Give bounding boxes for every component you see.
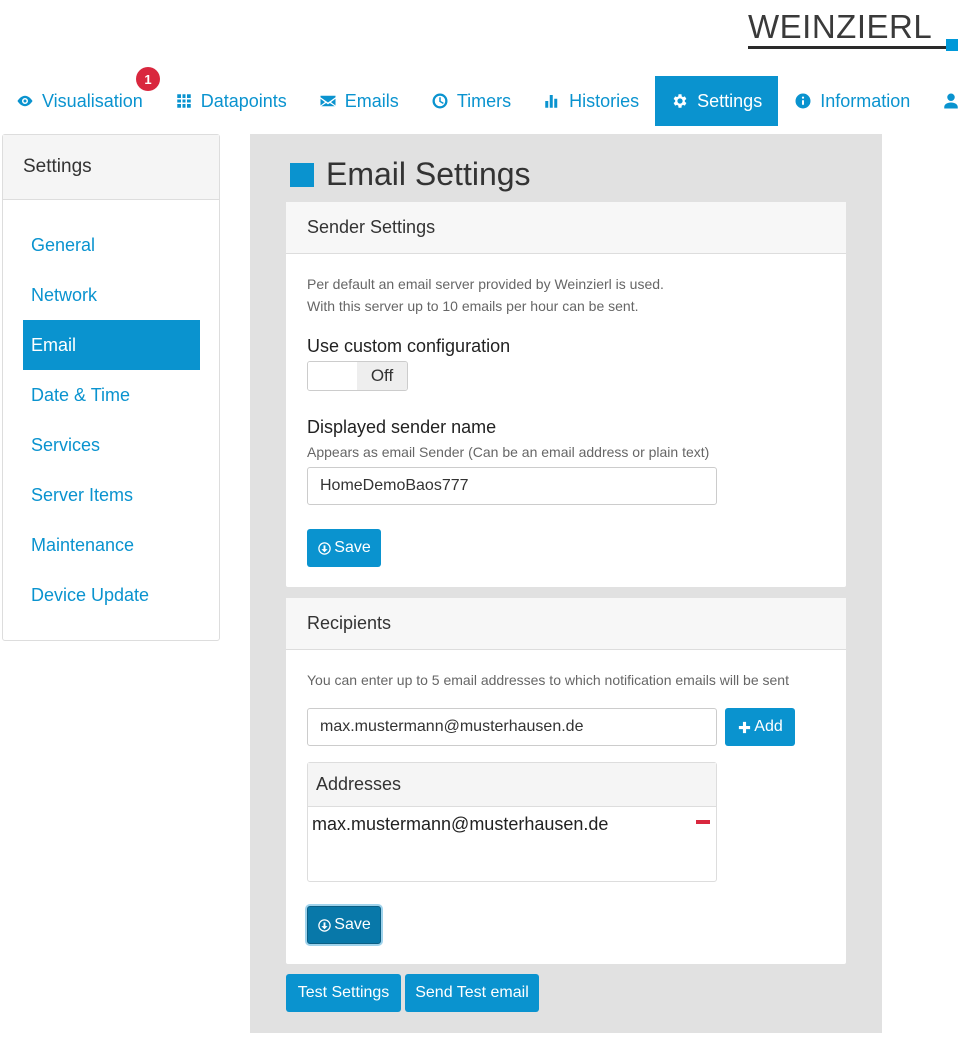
sender-save-button[interactable]: Save	[307, 529, 381, 567]
nav-timers-label: Timers	[456, 90, 512, 111]
nav-information-label: Information	[820, 90, 911, 111]
notification-badge: 1	[136, 67, 160, 91]
send-test-email-button[interactable]: Send Test email	[405, 974, 539, 1012]
sidebar-item-email[interactable]: Email	[23, 320, 200, 370]
sidebar-list: General Network Email Date & Time Servic…	[3, 200, 219, 620]
nav-histories[interactable]: Histories	[527, 76, 655, 126]
download-circle-icon	[318, 541, 332, 555]
logo-square	[946, 39, 958, 51]
download-circle-icon	[318, 918, 332, 932]
envelope-icon	[320, 95, 336, 107]
recipients-heading: Recipients	[286, 598, 846, 650]
recipients-info: You can enter up to 5 email addresses to…	[307, 672, 789, 688]
nav-settings[interactable]: Settings	[655, 76, 779, 126]
sender-name-input[interactable]	[307, 467, 717, 505]
toggle-knob	[308, 362, 357, 390]
plus-icon	[739, 721, 751, 733]
brand-logo: WEINZIERL	[748, 8, 960, 52]
nav-emails-label: Emails	[344, 90, 399, 111]
brand-logo-text: WEINZIERL	[748, 8, 933, 45]
nav-histories-label: Histories	[569, 90, 640, 111]
recipients-panel: Recipients You can enter up to 5 email a…	[286, 598, 846, 964]
sidebar-item-services[interactable]: Services	[23, 420, 200, 470]
sidebar-item-general[interactable]: General	[23, 220, 200, 270]
grid-icon	[176, 94, 191, 108]
bar-chart-icon	[545, 95, 558, 108]
settings-sidebar: Settings General Network Email Date & Ti…	[2, 134, 220, 641]
sender-settings-body: Per default an email server provided by …	[286, 254, 846, 587]
address-text: max.mustermann@musterhausen.de	[312, 813, 609, 834]
nav-visualisation[interactable]: Visualisation 1	[0, 67, 160, 126]
recipients-save-label: Save	[334, 916, 371, 933]
nav-visualisation-label: Visualisation	[42, 90, 143, 111]
toggle-state: Off	[357, 362, 407, 390]
title-square-icon	[290, 162, 314, 187]
custom-config-toggle[interactable]: Off	[307, 361, 408, 391]
eye-icon	[17, 95, 33, 107]
sidebar-item-device-update[interactable]: Device Update	[23, 570, 200, 620]
main-content: Email Settings Sender Settings Per defau…	[250, 134, 882, 1033]
nav-datapoints[interactable]: Datapoints	[159, 76, 303, 126]
nav-timers[interactable]: Timers	[415, 76, 527, 126]
add-recipient-label: Add	[754, 718, 783, 735]
test-settings-button[interactable]: Test Settings	[286, 974, 401, 1012]
nav-datapoints-label: Datapoints	[200, 90, 287, 111]
sender-info-line2: With this server up to 10 emails per hou…	[307, 298, 639, 314]
sidebar-title: Settings	[3, 135, 219, 200]
sender-settings-heading: Sender Settings	[286, 202, 846, 254]
page-title: Email Settings	[290, 156, 531, 193]
sidebar-item-date-time[interactable]: Date & Time	[23, 370, 200, 420]
main-nav: Visualisation 1 Datapoints Emails Timers…	[0, 67, 963, 126]
logo-underline	[748, 46, 948, 49]
sidebar-item-network[interactable]: Network	[23, 270, 200, 320]
user-menu[interactable]	[926, 76, 963, 126]
clock-icon	[432, 93, 448, 109]
user-icon	[944, 93, 958, 109]
add-recipient-button[interactable]: Add	[725, 708, 795, 746]
recipient-email-input[interactable]	[307, 708, 717, 746]
address-row: max.mustermann@musterhausen.de	[308, 807, 716, 841]
sender-info-line1: Per default an email server provided by …	[307, 276, 664, 292]
addresses-list: Addresses max.mustermann@musterhausen.de	[307, 762, 717, 882]
page-title-text: Email Settings	[326, 156, 531, 192]
sender-save-label: Save	[334, 539, 371, 556]
nav-emails[interactable]: Emails	[303, 76, 415, 126]
recipients-save-button[interactable]: Save	[307, 906, 381, 944]
nav-information[interactable]: Information	[778, 76, 926, 126]
sender-settings-panel: Sender Settings Per default an email ser…	[286, 202, 846, 587]
sidebar-item-maintenance[interactable]: Maintenance	[23, 520, 200, 570]
sender-name-help: Appears as email Sender (Can be an email…	[307, 444, 710, 460]
sender-name-label: Displayed sender name	[307, 417, 497, 437]
nav-settings-label: Settings	[697, 90, 763, 111]
remove-address-icon[interactable]	[696, 820, 710, 824]
gear-icon	[673, 94, 687, 108]
info-icon	[795, 93, 811, 109]
custom-config-label: Use custom configuration	[307, 336, 511, 356]
addresses-heading: Addresses	[308, 763, 716, 807]
recipients-body: You can enter up to 5 email addresses to…	[286, 650, 846, 964]
sidebar-item-server-items[interactable]: Server Items	[23, 470, 200, 520]
